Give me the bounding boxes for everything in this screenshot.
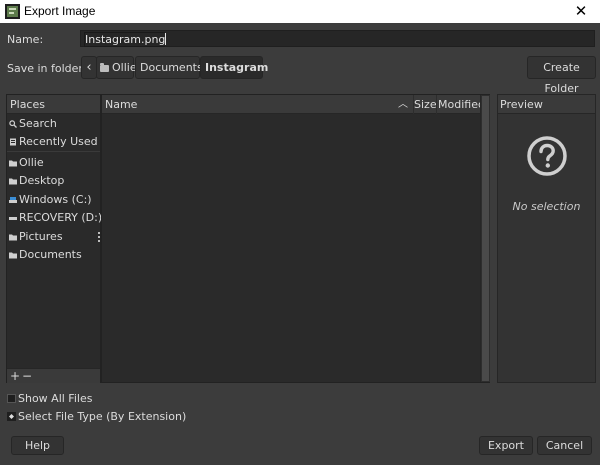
place-item-pictures[interactable]: Pictures <box>7 228 100 246</box>
window-title: Export Image <box>24 4 96 18</box>
file-list-panel[interactable]: Name ︿ Size Modified <box>101 94 490 383</box>
title-bar: Export Image ✕ <box>0 0 600 23</box>
place-label: Pictures <box>19 230 63 243</box>
places-panel: Places Search Recently Used Ollie Deskto… <box>6 94 103 383</box>
expander-arrow-icon <box>7 412 16 421</box>
file-list-scrollbar[interactable] <box>480 95 490 382</box>
search-icon <box>9 120 17 128</box>
scrollbar-thumb[interactable] <box>482 96 489 381</box>
places-separator <box>7 151 100 152</box>
filename-input[interactable]: Instagram.png <box>80 30 595 47</box>
create-folder-button[interactable]: Create Folder <box>527 56 596 95</box>
column-header-modified[interactable]: Modified <box>436 95 485 114</box>
drive-icon <box>9 217 17 220</box>
sort-ascending-icon: ︿ <box>398 99 408 110</box>
gimp-app-icon <box>5 4 20 19</box>
place-label: Documents <box>19 248 82 261</box>
file-list-header: Name ︿ Size Modified <box>102 95 485 114</box>
places-footer: + − <box>7 368 100 383</box>
show-all-files-checkbox[interactable]: Show All Files <box>7 392 92 406</box>
place-label: Recently Used <box>19 135 98 148</box>
preview-empty-text: No selection <box>512 200 581 213</box>
place-label: Windows (C:) <box>19 193 92 206</box>
column-header-name[interactable]: Name <box>105 95 137 114</box>
folder-icon <box>9 252 17 259</box>
place-label: RECOVERY (D:) <box>19 211 103 224</box>
place-item-documents[interactable]: Documents <box>7 246 100 264</box>
path-ollie-label: Ollie <box>112 61 137 74</box>
preview-panel: Preview No selection <box>497 94 596 383</box>
place-label: Search <box>19 117 57 130</box>
path-button-documents[interactable]: Documents <box>135 56 203 79</box>
place-item-recently-used[interactable]: Recently Used <box>7 133 100 151</box>
places-header: Places <box>7 95 100 114</box>
save-in-folder-label: Save in folder: <box>7 62 87 75</box>
name-label: Name: <box>7 33 44 46</box>
export-button[interactable]: Export <box>479 436 533 455</box>
place-label: Desktop <box>19 174 65 187</box>
add-place-button[interactable]: + <box>10 369 20 383</box>
path-back-button[interactable]: ‹ <box>81 56 97 79</box>
remove-place-button[interactable]: − <box>22 369 32 383</box>
help-button[interactable]: Help <box>11 436 64 455</box>
drive-icon <box>9 197 17 203</box>
folder-icon <box>9 160 17 167</box>
filename-value: Instagram.png <box>84 32 166 47</box>
column-header-size[interactable]: Size <box>413 95 437 114</box>
select-file-type-label: Select File Type (By Extension) <box>18 410 187 423</box>
close-icon[interactable]: ✕ <box>572 2 590 20</box>
path-button-ollie[interactable]: Ollie <box>96 56 137 79</box>
preview-header: Preview <box>498 95 595 114</box>
place-item-ollie[interactable]: Ollie <box>7 154 100 172</box>
checkbox-box <box>7 394 16 403</box>
select-file-type-expander[interactable]: Select File Type (By Extension) <box>7 410 186 424</box>
recent-icon <box>10 138 16 146</box>
place-item-recovery-d[interactable]: RECOVERY (D:) <box>7 209 103 227</box>
question-icon <box>527 136 567 176</box>
show-all-files-label: Show All Files <box>18 392 93 405</box>
place-item-windows-c[interactable]: Windows (C:) <box>7 191 100 209</box>
folder-icon <box>9 178 17 185</box>
folder-icon <box>100 63 109 72</box>
path-button-instagram[interactable]: Instagram <box>200 56 268 79</box>
cancel-button[interactable]: Cancel <box>537 436 592 455</box>
place-label: Ollie <box>19 156 44 169</box>
place-item-search[interactable]: Search <box>7 115 100 133</box>
text-caret <box>165 33 167 45</box>
folder-icon <box>9 234 17 241</box>
place-item-desktop[interactable]: Desktop <box>7 172 100 190</box>
